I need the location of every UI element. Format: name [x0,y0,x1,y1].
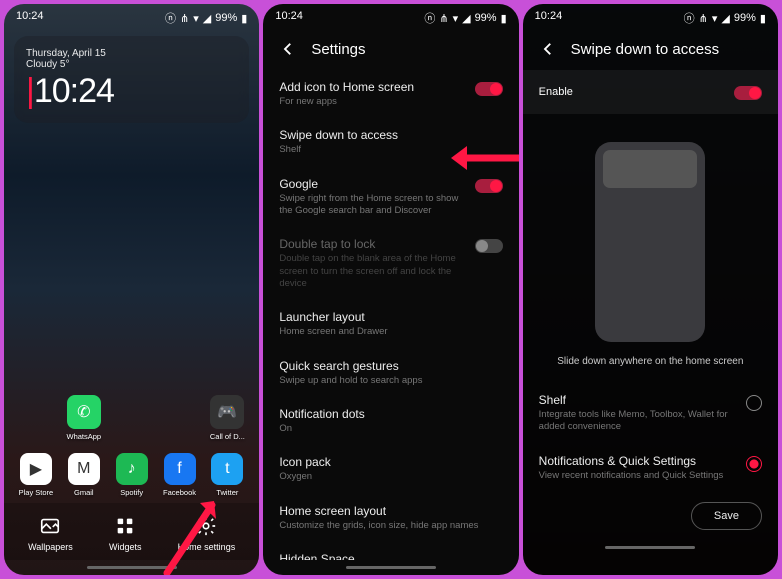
preview-area: Slide down anywhere on the home screen [523,126,778,383]
settings-row[interactable]: Icon packOxygen [279,445,502,493]
dnd-icon: ⋔ [439,12,448,25]
status-icons: ⓝ ⋔ ▾ ◢ 99% ▮ [165,10,247,26]
gesture-bar[interactable] [346,566,436,569]
battery-icon: ▮ [501,12,507,25]
wifi-icon: ▾ [193,12,199,25]
app-item[interactable]: MGmail [62,453,106,497]
app-item [158,395,202,441]
nfc-icon: ⓝ [424,10,435,26]
dnd-icon: ⋔ [180,12,189,25]
settings-row[interactable]: Add icon to Home screenFor new apps [279,70,502,118]
preview-phone-icon [595,142,705,342]
status-time: 10:24 [535,10,563,26]
app-item[interactable]: 🎮Call of D... [205,395,249,441]
nfc-icon: ⓝ [684,10,695,26]
app-item [14,395,58,441]
screen-home: 10:24 ⓝ ⋔ ▾ ◢ 99% ▮ Thursday, April 15 C… [4,4,259,575]
enable-label: Enable [539,86,573,98]
settings-row[interactable]: GoogleSwipe right from the Home screen t… [279,167,502,228]
launcher-options: Wallpapers Widgets Home settings [4,503,259,560]
widget-weather: Cloudy 5° [26,59,237,70]
battery-pct: 99% [475,12,497,24]
wifi-icon: ▾ [453,12,459,25]
app-row-1: ✆WhatsApp 🎮Call of D... [4,389,259,447]
nfc-icon: ⓝ [165,10,176,26]
screen-swipe-down: 10:24 ⓝ ⋔ ▾ ◢ 99% ▮ Swipe down to access… [523,4,778,575]
status-icons: ⓝ ⋔ ▾ ◢ 99% ▮ [424,10,506,26]
dnd-icon: ⋔ [699,12,708,25]
save-button[interactable]: Save [691,502,762,530]
radio-option[interactable]: Notifications & Quick SettingsView recen… [523,444,778,492]
toggle[interactable] [475,239,503,253]
enable-row[interactable]: Enable [523,70,778,114]
battery-pct: 99% [734,12,756,24]
radio-option[interactable]: ShelfIntegrate tools like Memo, Toolbox,… [523,383,778,444]
settings-header: Settings [263,28,518,70]
back-icon[interactable] [539,40,557,58]
settings-row[interactable]: Hidden Space [279,542,502,560]
status-time: 10:24 [16,10,44,26]
signal-icon: ◢ [203,12,211,25]
gesture-bar[interactable] [605,546,695,549]
toggle[interactable] [475,179,503,193]
preview-caption: Slide down anywhere on the home screen [557,356,743,367]
settings-row[interactable]: Quick search gesturesSwipe up and hold t… [279,349,502,397]
status-bar: 10:24 ⓝ ⋔ ▾ ◢ 99% ▮ [4,4,259,28]
status-bar: 10:24 ⓝ ⋔ ▾ ◢ 99% ▮ [263,4,518,28]
launcher-option[interactable]: Home settings [178,515,236,552]
gesture-bar[interactable] [87,566,177,569]
app-item[interactable]: ▶Play Store [14,453,58,497]
widget-date: Thursday, April 15 [26,48,237,59]
app-item[interactable]: ♪Spotify [110,453,154,497]
settings-row[interactable]: Launcher layoutHome screen and Drawer [279,300,502,348]
status-time: 10:24 [275,10,303,26]
radio[interactable] [746,395,762,411]
settings-list[interactable]: Add icon to Home screenFor new appsSwipe… [263,70,518,560]
status-icons: ⓝ ⋔ ▾ ◢ 99% ▮ [684,10,766,26]
screen-settings: 10:24 ⓝ ⋔ ▾ ◢ 99% ▮ Settings Add icon to… [263,4,518,575]
app-item[interactable]: tTwitter [205,453,249,497]
status-bar: 10:24 ⓝ ⋔ ▾ ◢ 99% ▮ [523,4,778,28]
launcher-option[interactable]: Widgets [109,515,142,552]
battery-icon: ▮ [760,12,766,25]
battery-pct: 99% [215,12,237,24]
swipe-title: Swipe down to access [571,41,719,58]
settings-row[interactable]: Notification dotsOn [279,397,502,445]
back-icon[interactable] [279,40,297,58]
launcher-option[interactable]: Wallpapers [28,515,73,552]
signal-icon: ◢ [462,12,470,25]
toggle[interactable] [475,82,503,96]
app-item [110,395,154,441]
enable-toggle[interactable] [734,86,762,100]
settings-title: Settings [311,41,365,58]
battery-icon: ▮ [241,12,247,25]
signal-icon: ◢ [721,12,729,25]
clock-widget[interactable]: Thursday, April 15 Cloudy 5° |10:24 [14,36,249,123]
app-row-2: ▶Play StoreMGmail♪SpotifyfFacebooktTwitt… [4,447,259,503]
settings-row[interactable]: Double tap to lockDouble tap on the blan… [279,227,502,300]
settings-row[interactable]: Home screen layoutCustomize the grids, i… [279,494,502,542]
app-item[interactable]: ✆WhatsApp [62,395,106,441]
app-item[interactable]: fFacebook [158,453,202,497]
widget-time: |10:24 [26,72,237,111]
radio[interactable] [746,456,762,472]
swipe-header: Swipe down to access [523,28,778,70]
settings-row[interactable]: Swipe down to accessShelf [279,118,502,166]
wifi-icon: ▾ [712,12,718,25]
